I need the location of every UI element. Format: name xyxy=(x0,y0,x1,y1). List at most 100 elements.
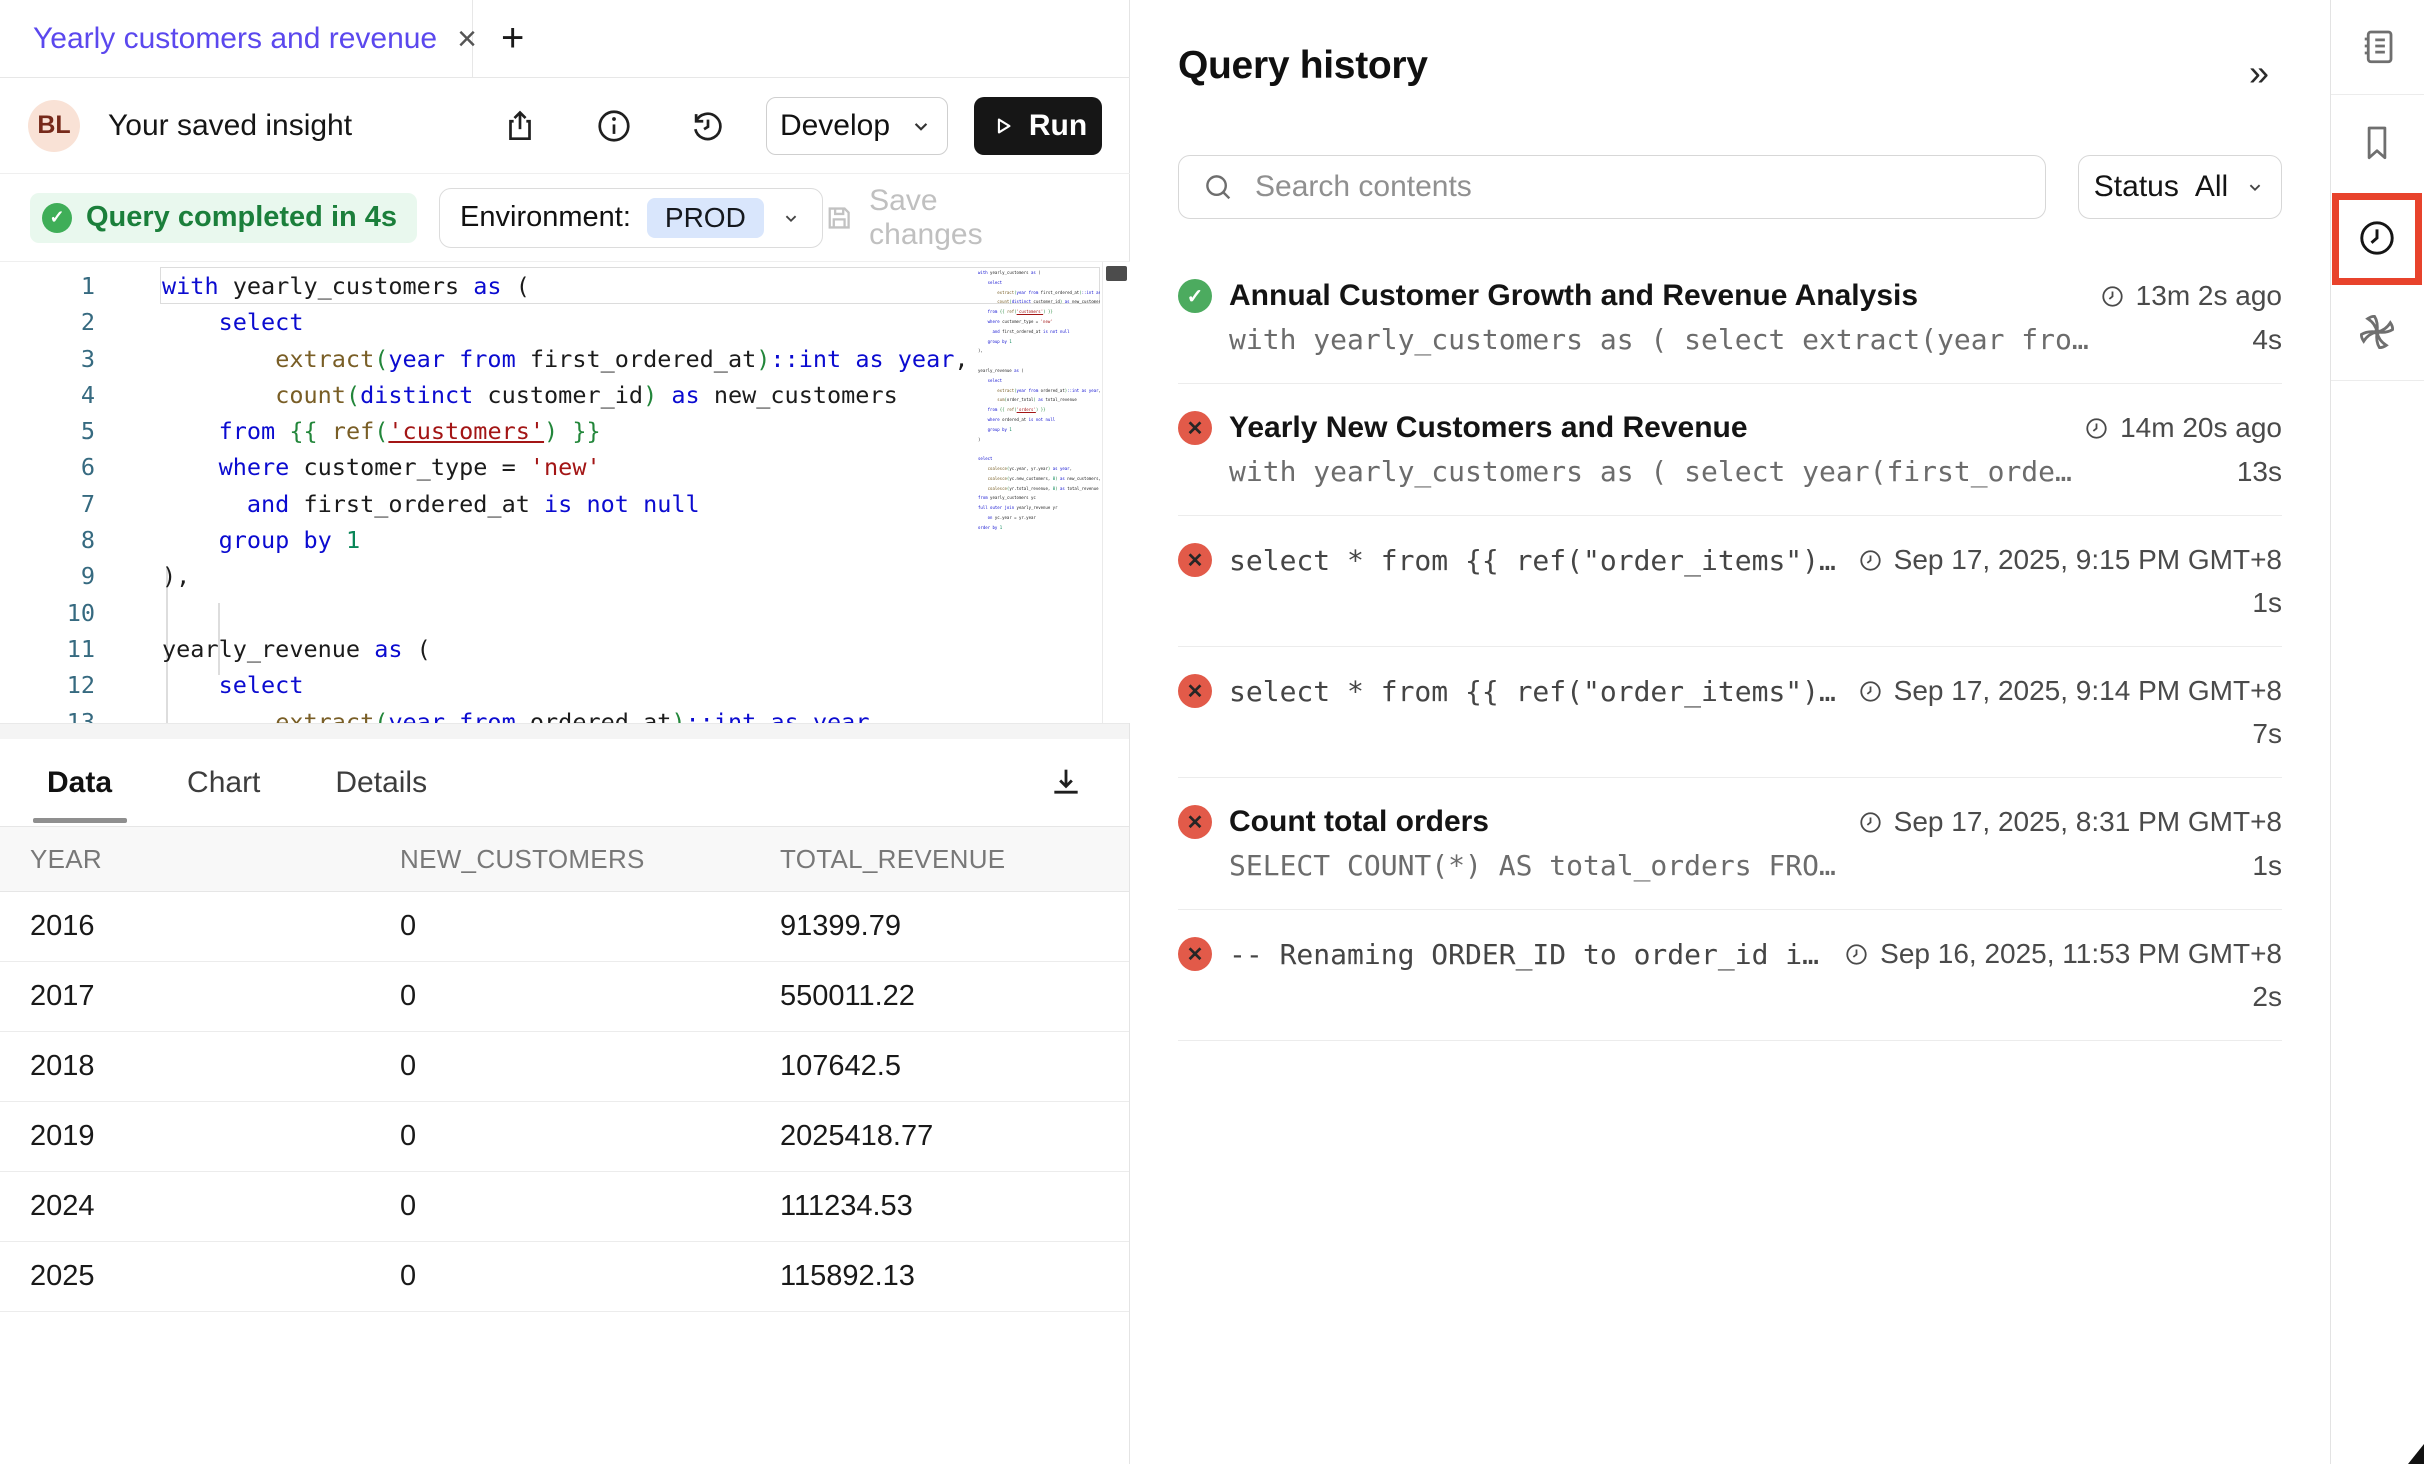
sql-code-editor[interactable]: 12345678910111213 with yearly_customers … xyxy=(0,262,1130,723)
results-tab-chart[interactable]: Chart xyxy=(187,766,260,800)
query-status-text: Query completed in 4s xyxy=(86,201,397,234)
code-line: select xyxy=(162,304,976,340)
code-line: and first_ordered_at is not null xyxy=(162,486,976,522)
table-cell: 0 xyxy=(370,1260,750,1293)
history-item-title: -- Renaming ORDER_ID to order_id i… xyxy=(1229,938,1819,971)
query-status-badge: ✓ Query completed in 4s xyxy=(30,193,417,243)
tab-yearly-customers[interactable]: Yearly customers and revenue × xyxy=(0,0,473,77)
save-icon xyxy=(823,201,855,235)
dbt-icon[interactable] xyxy=(2352,307,2402,357)
result-table-header: YEARNEW_CUSTOMERSTOTAL_REVENUE xyxy=(0,826,1129,892)
table-row: 201902025418.77 xyxy=(0,1102,1129,1172)
status-filter-label: Status xyxy=(2094,170,2179,204)
environment-label: Environment: xyxy=(460,201,631,234)
tab-close-icon[interactable]: × xyxy=(457,22,477,56)
history-item-duration: 2s xyxy=(2252,981,2282,1013)
code-line: ), xyxy=(162,558,976,594)
environment-selector[interactable]: Environment: PROD xyxy=(439,188,823,248)
minimap[interactable]: with yearly_customers as ( select extrac… xyxy=(978,268,1100,533)
horizontal-scrollbar[interactable] xyxy=(0,723,1129,739)
develop-button[interactable]: Develop xyxy=(766,97,948,155)
error-status-icon: ✕ xyxy=(1178,805,1212,839)
notebook-icon[interactable] xyxy=(2352,21,2402,71)
history-item-time: Sep 17, 2025, 9:14 PM GMT+8 xyxy=(1894,675,2282,707)
line-number: 3 xyxy=(0,341,95,377)
table-cell: 0 xyxy=(370,980,750,1013)
history-item-title: Yearly New Customers and Revenue xyxy=(1229,411,1748,445)
column-header: TOTAL_REVENUE xyxy=(750,844,1129,875)
table-row: 20250115892.13 xyxy=(0,1242,1129,1312)
clock-icon xyxy=(1857,678,1884,705)
version-history-icon[interactable] xyxy=(686,104,730,148)
table-cell: 0 xyxy=(370,1050,750,1083)
history-item-duration: 1s xyxy=(2252,587,2282,619)
history-item-time: Sep 17, 2025, 9:15 PM GMT+8 xyxy=(1894,544,2282,576)
history-list: ✓ Annual Customer Growth and Revenue Anal… xyxy=(1178,252,2282,1041)
column-header: NEW_CUSTOMERS xyxy=(370,844,750,875)
vertical-scrollbar-thumb[interactable] xyxy=(1106,266,1127,281)
results-tab-details[interactable]: Details xyxy=(335,766,427,800)
minimap-divider xyxy=(1102,262,1103,723)
column-header: YEAR xyxy=(0,844,370,875)
error-status-icon: ✕ xyxy=(1178,411,1212,445)
history-item[interactable]: ✕ Yearly New Customers and Revenue 14m 20s… xyxy=(1178,384,2282,516)
clock-icon xyxy=(2099,283,2126,310)
table-cell: 115892.13 xyxy=(750,1260,1129,1293)
table-cell: 0 xyxy=(370,910,750,943)
bookmark-icon[interactable] xyxy=(2352,117,2402,167)
status-filter-dropdown[interactable]: Status All xyxy=(2078,155,2282,219)
table-cell: 2019 xyxy=(0,1120,370,1153)
info-icon[interactable] xyxy=(592,104,636,148)
history-item-duration: 4s xyxy=(2252,324,2282,356)
line-number: 1 xyxy=(0,268,95,304)
search-box[interactable] xyxy=(1178,155,2046,219)
run-button[interactable]: Run xyxy=(974,97,1102,155)
error-status-icon: ✕ xyxy=(1178,543,1212,577)
code-line: yearly_revenue as ( xyxy=(162,631,976,667)
history-item-query-preview: SELECT COUNT(*) AS total_orders FRO… xyxy=(1229,849,1836,882)
history-item[interactable]: ✓ Annual Customer Growth and Revenue Anal… xyxy=(1178,252,2282,384)
error-status-icon: ✕ xyxy=(1178,937,1212,971)
line-number: 5 xyxy=(0,413,95,449)
sidebar-divider xyxy=(2331,380,2424,381)
table-cell: 550011.22 xyxy=(750,980,1129,1013)
code-line xyxy=(162,595,976,631)
history-item[interactable]: ✕select * from {{ ref("order_items")…Sep… xyxy=(1178,647,2282,778)
cursor-mark xyxy=(2408,1444,2424,1464)
history-item[interactable]: ✕ select * from {{ ref("order_items")… Sep… xyxy=(1178,516,2282,647)
save-changes-button[interactable]: Save changes xyxy=(823,184,1050,252)
search-input[interactable] xyxy=(1255,170,2023,204)
results-tab-data[interactable]: Data xyxy=(47,766,112,800)
table-cell: 2025 xyxy=(0,1260,370,1293)
save-changes-label: Save changes xyxy=(869,184,1050,252)
history-item-duration: 7s xyxy=(2252,718,2282,750)
line-number: 13 xyxy=(0,704,95,723)
toolbar-icon-group xyxy=(498,104,730,148)
clock-icon xyxy=(1857,809,1884,836)
result-table-body: 2016091399.7920170550011.2220180107642.5… xyxy=(0,892,1129,1312)
success-status-icon: ✓ xyxy=(1178,279,1212,313)
clock-icon xyxy=(2083,415,2110,442)
history-item[interactable]: ✕-- Renaming ORDER_ID to order_id i…Sep … xyxy=(1178,910,2282,1041)
history-item-title: select * from {{ ref("order_items")… xyxy=(1229,544,1836,577)
history-item-title: Annual Customer Growth and Revenue Analy… xyxy=(1229,279,1918,313)
table-cell: 0 xyxy=(370,1120,750,1153)
code-line: count(distinct customer_id) as new_custo… xyxy=(162,377,976,413)
share-icon[interactable] xyxy=(498,104,542,148)
history-item-time: 14m 20s ago xyxy=(2120,412,2282,444)
chevron-down-icon xyxy=(908,113,934,139)
history-item-time: 13m 2s ago xyxy=(2136,280,2282,312)
table-cell: 2016 xyxy=(0,910,370,943)
search-icon xyxy=(1201,170,1235,204)
active-tab-underline xyxy=(33,818,127,823)
code-line: from {{ ref('customers') }} xyxy=(162,413,976,449)
collapse-panel-icon[interactable]: » xyxy=(2249,52,2269,94)
history-item-title: Count total orders xyxy=(1229,805,1489,839)
line-number: 8 xyxy=(0,522,95,558)
table-cell: 107642.5 xyxy=(750,1050,1129,1083)
line-number: 2 xyxy=(0,304,95,340)
history-item[interactable]: ✕Count total ordersSep 17, 2025, 8:31 PM… xyxy=(1178,778,2282,910)
download-icon[interactable] xyxy=(1040,757,1092,809)
new-tab-button[interactable]: + xyxy=(489,0,536,77)
table-cell: 2017 xyxy=(0,980,370,1013)
